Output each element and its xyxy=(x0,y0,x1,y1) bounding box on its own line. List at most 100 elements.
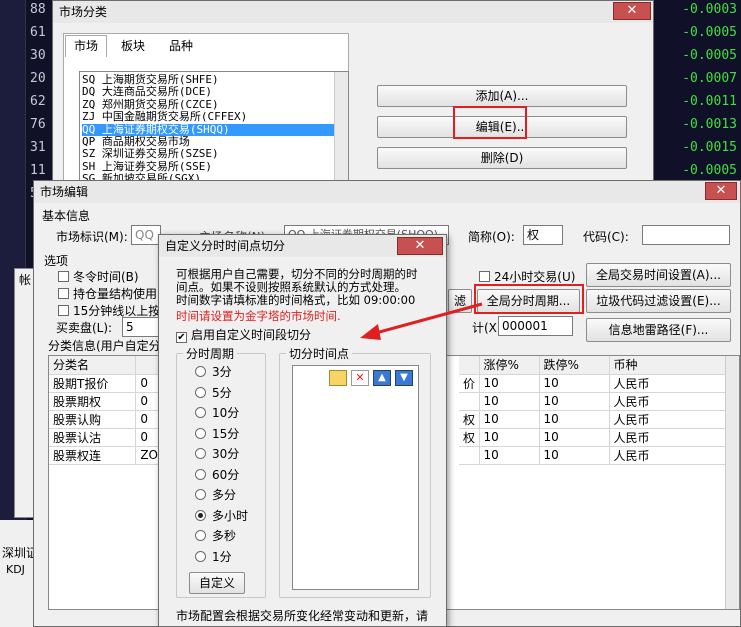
table-cell: 10 xyxy=(479,428,540,447)
checkbox-icon[interactable] xyxy=(58,288,69,299)
radio-icon[interactable] xyxy=(195,509,206,521)
table-cell: 人民币 xyxy=(609,428,729,447)
bg-label-kdj[interactable]: KDJ xyxy=(6,563,25,576)
period-group-label: 分时周期 xyxy=(183,345,238,362)
period-option[interactable]: 1分 xyxy=(195,548,232,565)
radio-icon[interactable] xyxy=(195,386,206,398)
enable-custom-checkbox[interactable]: ✔ 启用自定义时间段切分 xyxy=(176,326,311,343)
radio-icon[interactable] xyxy=(195,489,206,500)
checkbox-icon[interactable] xyxy=(58,271,69,282)
class-info-label: 分类信息(用户自定分 xyxy=(48,339,161,353)
table-cell: 价 xyxy=(459,374,480,393)
table-header-row[interactable]: 分类名 xyxy=(49,356,159,375)
radio-icon[interactable] xyxy=(195,427,206,439)
bg-right-number: -0.0003 xyxy=(682,2,737,17)
period-option-label: 多分 xyxy=(212,488,237,502)
radio-icon[interactable] xyxy=(195,407,206,418)
list-scrollbar[interactable] xyxy=(334,72,348,182)
window-title: 市场分类 xyxy=(53,1,653,23)
table-header-row[interactable]: 涨停% 跌停% 币种 xyxy=(459,356,729,375)
enable-custom-text: 启用自定义时间段切分 xyxy=(191,328,312,342)
period-option-label: 30分 xyxy=(212,447,240,461)
market-list[interactable]: SQ 上海期货交易所(SHFE) DQ 大连商品交易所(DCE) ZQ 郑州期货交易… xyxy=(79,71,349,183)
period-option[interactable]: 10分 xyxy=(195,404,239,421)
table-row[interactable]: 股期T报价 0 xyxy=(49,374,159,393)
info-addr-button[interactable]: 信息地雷路径(F)... xyxy=(586,318,731,342)
table-row[interactable]: 股票期权 0 xyxy=(49,392,159,411)
dialog-close-icon[interactable]: ✕ xyxy=(397,237,443,255)
points-list[interactable]: ✕ ▲ ▼ xyxy=(292,365,419,590)
table-row[interactable]: 价 10 10 人民币 xyxy=(459,374,729,393)
table-row[interactable]: 股票认沽 0 xyxy=(49,428,159,447)
short-name-label: 简称(O): xyxy=(468,230,515,244)
table-row[interactable]: 股票认购 0 xyxy=(49,410,159,429)
table-row[interactable]: 10 10 人民币 xyxy=(459,392,729,411)
option-winter-time[interactable]: 冬令时间(B) xyxy=(58,268,139,285)
table-cell: 股票期权 xyxy=(49,392,137,411)
tab-market[interactable]: 市场 xyxy=(65,35,107,57)
table-header-cell xyxy=(135,356,159,375)
code-label: 代码(C): xyxy=(583,230,629,244)
bg-right-number: -0.0013 xyxy=(682,117,737,132)
table-header-cell: 币种 xyxy=(609,356,729,375)
period-option[interactable]: 15分 xyxy=(195,425,239,442)
delete-icon[interactable]: ✕ xyxy=(351,370,369,386)
code-field[interactable] xyxy=(642,225,730,245)
bg-left-number: 62 xyxy=(30,94,46,109)
period-option[interactable]: 30分 xyxy=(195,445,239,462)
period-option[interactable]: 多秒 xyxy=(195,527,236,544)
market-id-field[interactable]: QQ xyxy=(131,225,161,245)
market-list-item[interactable]: ZJ 中国金融期货交易所(CFFEX) xyxy=(82,110,348,123)
bg-right-number: -0.0011 xyxy=(682,94,737,109)
tab-sector[interactable]: 板块 xyxy=(113,37,153,57)
table-row[interactable]: 权 10 10 人民币 xyxy=(459,428,729,447)
table-row[interactable]: 股票权连 ZO xyxy=(49,446,159,465)
option-24h[interactable]: 24小时交易(U) xyxy=(479,268,575,285)
period-option[interactable]: 多小时 xyxy=(195,507,248,524)
bg-left-number: 76 xyxy=(30,117,46,132)
bg-right-number: -0.0005 xyxy=(682,163,737,178)
radio-icon[interactable] xyxy=(195,530,206,541)
radio-icon[interactable] xyxy=(195,448,206,459)
market-list-item[interactable]: SZ 深圳证券交易所(SZSE) xyxy=(82,148,348,161)
trash-filter-button[interactable]: 垃圾代码过滤设置(E)... xyxy=(586,289,731,313)
option-position[interactable]: 持仓量结构使用 xyxy=(58,285,157,302)
short-name-field[interactable]: 权 xyxy=(523,225,563,245)
period-option[interactable]: 60分 xyxy=(195,466,239,483)
close-icon[interactable]: ✕ xyxy=(613,2,651,20)
bg-left-number: 31 xyxy=(30,140,46,155)
add-button[interactable]: 添加(A)... xyxy=(377,85,627,107)
table-row[interactable]: 10 10 人民币 xyxy=(459,446,729,465)
radio-icon[interactable] xyxy=(195,366,206,377)
table-cell xyxy=(459,392,480,411)
period-option[interactable]: 5分 xyxy=(195,384,232,401)
table-cell: 股票认沽 xyxy=(49,428,137,447)
bg-left-number: 20 xyxy=(30,71,46,86)
market-list-item[interactable]: DQ 大连商品交易所(DCE) xyxy=(82,85,348,98)
table-scrollbar[interactable] xyxy=(725,356,739,609)
table-cell: 0 xyxy=(135,374,159,393)
radio-icon[interactable] xyxy=(195,550,206,562)
bg-right-number: -0.0015 xyxy=(682,140,737,155)
period-option[interactable]: 多分 xyxy=(195,486,236,503)
count-field[interactable]: 000001 xyxy=(498,316,573,336)
radio-icon[interactable] xyxy=(195,468,206,480)
bg-left-number: 11 xyxy=(30,163,46,178)
move-up-icon[interactable]: ▲ xyxy=(373,370,391,386)
table-row[interactable]: 权 10 10 人民币 xyxy=(459,410,729,429)
folder-icon[interactable] xyxy=(329,370,347,386)
global-time-button[interactable]: 全局交易时间设置(A)... xyxy=(586,263,731,287)
editor-close-icon[interactable]: ✕ xyxy=(705,182,737,200)
checkbox-icon[interactable] xyxy=(479,271,490,282)
table-cell: 0 xyxy=(135,410,159,429)
checkmark-icon[interactable]: ✔ xyxy=(176,332,187,343)
custom-button[interactable]: 自定义 xyxy=(189,572,245,594)
table-header-cell: 跌停% xyxy=(539,356,610,375)
table-cell: 10 xyxy=(479,374,540,393)
checkbox-icon[interactable] xyxy=(58,305,69,316)
delete-button[interactable]: 删除(D) xyxy=(377,147,627,169)
period-option[interactable]: 3分 xyxy=(195,363,232,380)
move-down-icon[interactable]: ▼ xyxy=(395,370,413,386)
tab-variety[interactable]: 品种 xyxy=(159,37,203,57)
buy-sell-field[interactable]: 5 xyxy=(122,317,162,337)
